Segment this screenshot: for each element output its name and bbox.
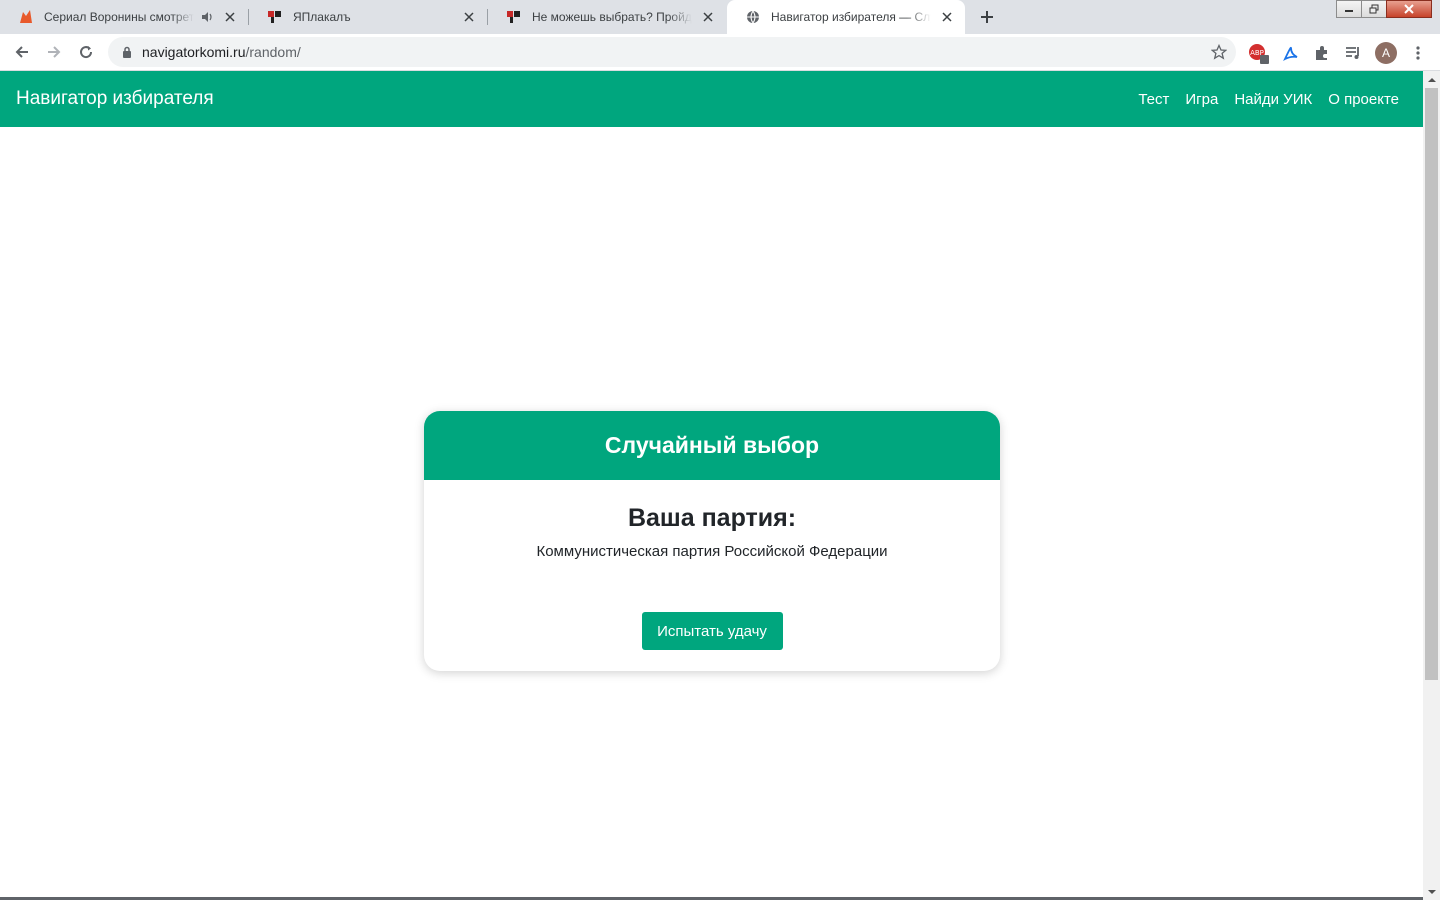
tab-title: Сериал Воронины смотреть онлайн	[44, 10, 194, 24]
site-navbar: Навигатор избирателя Тест Игра Найди УИК…	[0, 71, 1423, 127]
tab-voronins[interactable]: Сериал Воронины смотреть онлайн	[0, 0, 248, 34]
star-icon[interactable]	[1210, 43, 1228, 61]
tab-test[interactable]: Не можешь выбрать? Пройди тест	[488, 0, 726, 34]
reload-button[interactable]	[72, 38, 100, 66]
globe-icon	[745, 9, 761, 25]
url-path: /random/	[245, 44, 301, 60]
arrow-left-icon	[15, 46, 28, 58]
close-icon[interactable]	[939, 9, 955, 25]
browser-menu-button[interactable]	[1407, 42, 1429, 64]
url-host: navigatorkomi.ru	[142, 44, 246, 60]
yaplakal-icon	[267, 9, 283, 25]
plus-icon	[981, 11, 993, 23]
browser-toolbar: navigatorkomi.ru/random/ ABP A	[0, 34, 1440, 71]
random-choice-card: Случайный выбор Ваша партия: Коммунистич…	[424, 411, 1000, 671]
puzzle-icon	[1316, 46, 1327, 60]
playlist-icon	[1346, 47, 1359, 59]
url-text: navigatorkomi.ru/random/	[142, 44, 301, 60]
close-icon	[1404, 4, 1414, 14]
yaplakal-icon	[506, 9, 522, 25]
card-body: Ваша партия: Коммунистическая партия Рос…	[424, 480, 1000, 650]
tab-title: Навигатор избирателя — Случайный выбор	[771, 10, 931, 24]
restore-icon	[1369, 4, 1379, 14]
window-controls	[1336, 0, 1432, 18]
close-icon[interactable]	[700, 9, 716, 25]
page-scrollbar[interactable]	[1423, 71, 1440, 900]
kebab-menu-icon	[1416, 46, 1420, 60]
scrollbar-thumb[interactable]	[1425, 88, 1438, 680]
minimize-icon	[1345, 10, 1353, 12]
try-luck-button[interactable]: Испытать удачу	[641, 612, 783, 650]
speaker-icon[interactable]	[200, 10, 214, 24]
acrobat-extension-button[interactable]	[1280, 42, 1302, 64]
arrow-right-icon	[48, 46, 61, 58]
card-header: Случайный выбор	[424, 411, 1000, 480]
close-icon[interactable]	[222, 9, 238, 25]
your-party-heading: Ваша партия:	[627, 504, 797, 532]
forward-button[interactable]	[40, 38, 68, 66]
restore-button[interactable]	[1361, 0, 1387, 18]
new-tab-button[interactable]	[973, 4, 1001, 30]
fox-icon	[18, 9, 34, 25]
acrobat-icon	[1283, 46, 1298, 61]
reload-icon	[80, 46, 93, 59]
address-bar[interactable]: navigatorkomi.ru/random/	[108, 37, 1236, 67]
nav-links: Тест Игра Найди УИК О проекте	[1138, 91, 1399, 108]
nav-link-find-uik[interactable]: Найди УИК	[1234, 91, 1312, 108]
lock-icon[interactable]	[120, 45, 134, 59]
back-button[interactable]	[8, 38, 36, 66]
tab-navigator[interactable]: Навигатор избирателя — Случайный выбор	[727, 0, 965, 34]
scroll-down-arrow-icon[interactable]	[1423, 883, 1440, 900]
tab-title: Не можешь выбрать? Пройди тест	[532, 10, 692, 24]
tab-yaplakal[interactable]: ЯПлакалъ	[249, 0, 487, 34]
nav-link-test[interactable]: Тест	[1138, 91, 1169, 108]
media-controls-button[interactable]	[1343, 42, 1365, 64]
adblock-extension-button[interactable]: ABP	[1247, 42, 1269, 64]
nav-link-game[interactable]: Игра	[1185, 91, 1218, 108]
window-close-button[interactable]	[1386, 0, 1432, 18]
close-icon[interactable]	[461, 9, 477, 25]
tab-strip: Сериал Воронины смотреть онлайн ЯПлакалъ…	[0, 0, 1440, 34]
extensions-button[interactable]	[1311, 42, 1333, 64]
tab-title: ЯПлакалъ	[293, 10, 351, 24]
party-name: Коммунистическая партия Российской Федер…	[536, 543, 888, 560]
adblock-icon: ABP	[1249, 44, 1269, 64]
scroll-up-arrow-icon[interactable]	[1423, 71, 1440, 88]
nav-link-about[interactable]: О проекте	[1328, 91, 1399, 108]
minimize-button[interactable]	[1336, 0, 1362, 18]
profile-avatar[interactable]: A	[1375, 42, 1397, 64]
site-brand-link[interactable]: Навигатор избирателя	[16, 88, 214, 110]
